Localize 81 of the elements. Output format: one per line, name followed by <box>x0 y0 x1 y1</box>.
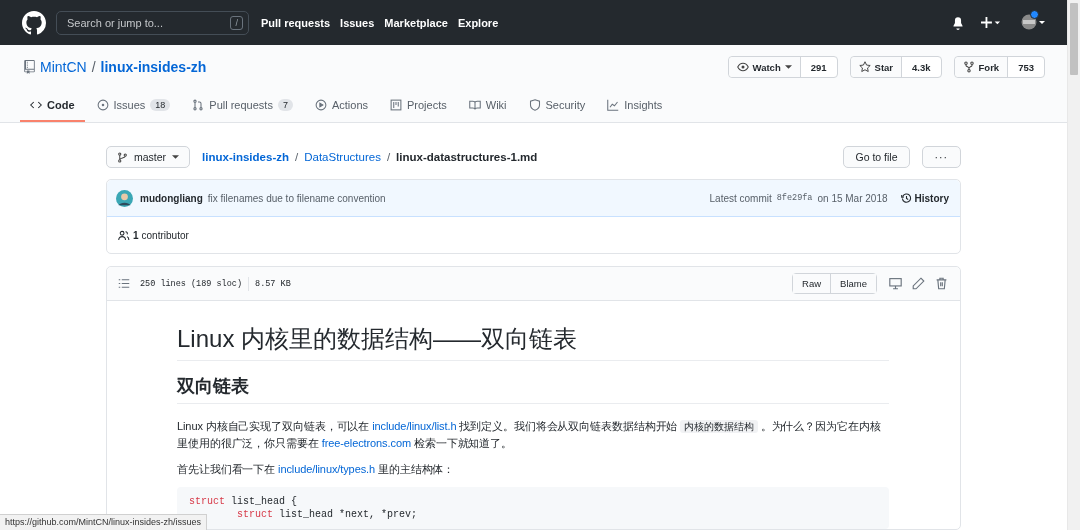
commit-sha-link[interactable]: 8fe29fa <box>776 193 813 203</box>
code-token: list_head *next, *prev; <box>278 509 418 521</box>
repo-tab[interactable]: Wiki <box>458 89 517 122</box>
history-link[interactable]: History <box>900 192 949 204</box>
repo-owner-link[interactable]: MintCN <box>40 59 87 75</box>
commit-author-link[interactable]: mudongliang <box>140 192 203 204</box>
nav-link[interactable]: Explore <box>457 16 499 29</box>
caret-icon <box>172 155 180 159</box>
count-badge: 7 <box>277 98 293 111</box>
list-icon <box>118 278 130 289</box>
code-token: struct <box>237 509 273 521</box>
latest-commit-label: Latest commit <box>709 192 772 204</box>
branch-icon <box>117 151 128 163</box>
insights-tab-icon <box>607 98 620 111</box>
issues-tab-icon <box>96 98 109 111</box>
shortcut-key: / <box>230 15 243 30</box>
caret-icon <box>784 65 792 69</box>
paragraph: Linux 内核自己实现了双向链表，可以在 include/linux/list.h 找到定义。我们将会从双向链表数据结构开始 内核的数据结构 。为什么？因为它在内核里使用的很广泛，你只需要在 free-electrons.com 检索一下就知道了。 <box>177 419 882 452</box>
commit-message-link[interactable]: fix filenames due to filename convention <box>207 192 386 204</box>
fork-icon <box>962 61 975 73</box>
inline-link[interactable]: include/linux/types.h <box>278 463 376 476</box>
contributors-link[interactable]: 1 contributor <box>118 229 189 241</box>
nav-link[interactable]: Pull requests <box>261 16 331 29</box>
nav-link[interactable]: Marketplace <box>384 16 448 29</box>
file-size: 8.57 KB <box>255 278 291 289</box>
fork-button[interactable]: Fork <box>954 57 1009 77</box>
actions-tab-icon <box>314 98 327 111</box>
avatar <box>116 189 133 207</box>
code-token: list_head { <box>230 496 298 508</box>
repo-tab[interactable]: Insights <box>597 89 673 122</box>
repo-name-link[interactable]: linux-insides-zh <box>100 59 207 75</box>
projects-tab-icon <box>390 98 402 111</box>
section-heading: 双向链表 <box>177 374 889 405</box>
edit-icon[interactable] <box>912 277 925 290</box>
file-action-button[interactable]: Blame <box>830 274 876 293</box>
octocat-logo-icon[interactable] <box>22 10 46 35</box>
star-count[interactable]: 4.3k <box>902 57 941 77</box>
repo-tab[interactable]: Projects <box>380 89 457 122</box>
breadcrumb-link[interactable]: DataStructures <box>304 151 381 163</box>
wiki-tab-icon <box>468 98 481 111</box>
watch-count[interactable]: 291 <box>800 57 837 77</box>
desktop-icon[interactable] <box>889 277 902 290</box>
repo-tab[interactable]: Pull requests 7 <box>182 89 303 122</box>
plus-dropdown-icon[interactable] <box>981 16 1001 29</box>
file-name: linux-datastructures-1.md <box>396 151 538 163</box>
people-icon <box>118 229 130 241</box>
repo-tab[interactable]: Security <box>518 89 596 122</box>
breadcrumb-link[interactable]: linux-insides-zh <box>202 151 289 163</box>
scrollbar[interactable] <box>1067 0 1080 530</box>
path-separator: / <box>295 151 299 163</box>
branch-select-button[interactable]: master <box>106 146 191 168</box>
status-bar-url: https://github.com/MintCN/linux-insides-zh/issues <box>0 514 208 530</box>
pulls-tab-icon <box>192 98 205 111</box>
star-button[interactable]: Star <box>850 57 903 77</box>
notification-icon[interactable] <box>951 15 965 30</box>
star-icon <box>858 61 871 73</box>
inline-link[interactable]: free-electrons.com <box>321 437 411 450</box>
paragraph: 首先让我们看一下在 include/linux/types.h 里的主结构体： <box>177 462 456 478</box>
history-icon <box>900 192 912 204</box>
repo-tab[interactable]: Issues 18 <box>86 89 181 122</box>
eye-icon <box>736 61 749 73</box>
more-button[interactable]: ··· <box>921 146 961 168</box>
repo-tab[interactable]: Actions <box>304 89 378 122</box>
code-token: struct <box>189 496 225 508</box>
security-tab-icon <box>528 98 541 111</box>
go-to-file-button[interactable]: Go to file <box>843 146 910 168</box>
fork-count[interactable]: 753 <box>1008 57 1044 77</box>
commit-date: on 15 Mar 2018 <box>817 192 888 204</box>
nav-link[interactable]: Issues <box>340 16 375 29</box>
repo-tab[interactable]: Code <box>20 89 85 122</box>
repo-icon <box>24 60 35 74</box>
document-title: Linux 内核里的数据结构——双向链表 <box>177 325 889 361</box>
count-badge: 18 <box>150 98 171 111</box>
watch-button[interactable]: Watch <box>728 57 801 77</box>
inline-link[interactable]: include/linux/list.h <box>372 420 457 433</box>
scrollbar-thumb[interactable] <box>1070 3 1078 75</box>
path-separator: / <box>386 151 391 163</box>
delete-icon[interactable] <box>935 277 948 290</box>
path-separator: / <box>91 59 96 75</box>
line-count: 250 lines (189 sloc) <box>140 278 243 289</box>
inline-code: 内核的数据结构 <box>680 420 758 434</box>
